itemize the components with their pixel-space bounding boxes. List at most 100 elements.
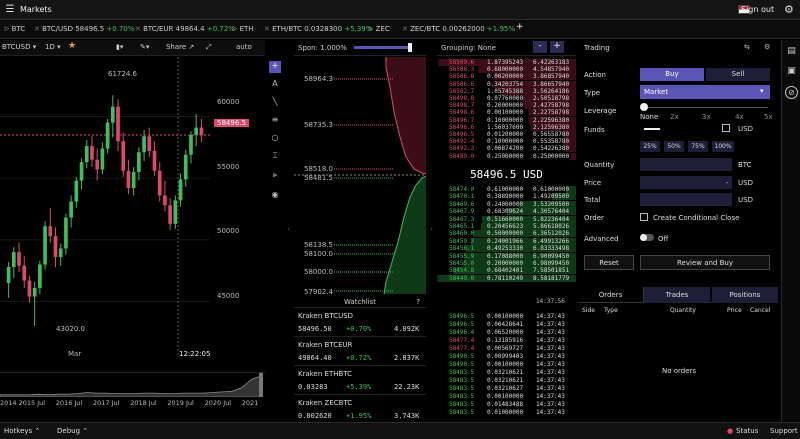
watchlist-row[interactable]: Kraken BTCEUR 49864.40 +0.72% 2.837K (294, 337, 426, 366)
bid-row[interactable]: 58455.9 0.17088000 6.90099450 (437, 252, 576, 260)
reset-button[interactable]: Reset (584, 255, 634, 270)
pct-25-button[interactable]: 25% (640, 141, 660, 152)
navigator-series[interactable] (0, 373, 265, 397)
bid-row[interactable]: 58459.3 0.24001966 6.49913266 (437, 237, 576, 245)
text-tool-icon[interactable]: A (269, 79, 281, 91)
hamburger-icon[interactable]: ☰ (0, 4, 20, 15)
close-icon[interactable]: ✕ (402, 25, 410, 33)
measure-tool-icon[interactable]: ⌶ (269, 151, 281, 163)
review-and-buy-button[interactable]: Review and Buy (640, 255, 770, 270)
leverage-handle[interactable] (640, 103, 648, 111)
close-icon[interactable]: ✕ (264, 25, 272, 33)
bid-row[interactable]: 58449.0 0.78110249 8.58181779 (437, 274, 576, 282)
horizontal-lines-icon[interactable]: ≡ (269, 115, 281, 127)
ask-row[interactable]: 58489.0 0.25000000 0.25000000 (437, 152, 576, 160)
leverage-slider[interactable] (644, 107, 768, 108)
price-input[interactable] (640, 176, 732, 189)
total-input[interactable] (640, 193, 732, 206)
ask-row[interactable]: 58506.6 0.34203754 3.86657940 (437, 80, 576, 88)
order-type-select[interactable]: Market ▾ (640, 85, 770, 99)
bid-row[interactable]: 58465.1 0.20456623 5.86618026 (437, 223, 576, 230)
bid-row[interactable]: 58470.1 0.38890000 1.49209500 (437, 193, 576, 201)
support-button[interactable]: Support (770, 427, 798, 435)
group-minus-button[interactable]: - (533, 41, 547, 53)
ticker-eth-label[interactable]: ᐅ ETH (232, 25, 254, 33)
ask-row[interactable]: 58492.4 0.10000000 0.55358780 (437, 138, 576, 146)
ask-row[interactable]: 58508.3 0.68000000 4.54857940 (437, 66, 576, 74)
line-tool-icon[interactable]: ╲ (269, 97, 281, 109)
ticker-tab-zecbtc[interactable]: ✕ ZEC/BTC 0.00262000 +1.95% (402, 25, 515, 33)
ticker-tab-btcusd[interactable]: ✕ BTC/USD 58496.5 +0.70% (34, 25, 135, 33)
tab-positions[interactable]: Positions (712, 287, 778, 303)
debug-button[interactable]: Debug ⌃ (57, 427, 88, 435)
star-icon[interactable]: ★ (68, 41, 76, 51)
swap-icon[interactable]: ⇆ (744, 43, 750, 51)
ask-row[interactable]: 58492.3 0.00874200 0.54226380 (437, 145, 576, 153)
pct-75-button[interactable]: 75% (688, 141, 708, 152)
ticker-tab-btceur[interactable]: ✕ BTC/EUR 49864.4 +0.72% (135, 25, 235, 33)
interval-select[interactable]: 1D ▾ (45, 43, 61, 51)
advanced-toggle-knob[interactable] (640, 234, 647, 241)
document-icon[interactable]: ▤ (785, 46, 798, 59)
watchlist-row[interactable]: Kraken ZECBTC 0.002620 +1.95% 3.743K (294, 395, 426, 424)
ask-row[interactable]: 58498.7 0.20000000 2.42758798 (437, 102, 576, 110)
chart-type-icon[interactable]: ▮▾ (116, 43, 123, 51)
tab-orders[interactable]: Orders (578, 287, 644, 303)
hotkeys-button[interactable]: Hotkeys ⌃ (4, 427, 40, 435)
bid-row[interactable]: 58460.0 0.50000000 6.36512026 (437, 230, 576, 238)
bid-row[interactable]: 58467.3 0.51660000 5.82236404 (437, 215, 576, 223)
bid-row[interactable]: 58469.6 0.24000000 3.53209500 (437, 200, 576, 208)
splitter-handle[interactable]: ‹ (428, 225, 435, 233)
spread-slider[interactable] (354, 46, 410, 49)
watchlist-row[interactable]: Kraken ETHBTC 0.03283 +5.39% 22.23K (294, 366, 426, 395)
buy-button[interactable]: Buy (640, 68, 704, 81)
eye-icon[interactable]: ◉ (269, 190, 281, 202)
depth-chart[interactable]: 58964.3 58735.3 58518.0 58481.5 58138.5 … (294, 57, 427, 296)
fullscreen-icon[interactable]: ⤢ (206, 43, 212, 52)
close-icon[interactable]: ✕ (135, 25, 143, 33)
close-icon[interactable]: ✕ (34, 25, 42, 33)
ask-row[interactable]: 58498.8 0.07760000 2.50518798 (437, 95, 576, 102)
window-icon[interactable]: ▣ (785, 66, 798, 79)
ticker-zec-label[interactable]: ᐅ ZEC (368, 25, 390, 33)
gear-icon[interactable]: ⚙ (764, 43, 770, 51)
ask-row[interactable]: 58496.6 1.56037600 2.12596380 (437, 123, 576, 131)
ask-row[interactable]: 58496.5 0.01200000 0.56558780 (437, 131, 576, 138)
ask-row[interactable]: 58502.7 1.05745388 3.56264186 (437, 87, 576, 95)
bid-row[interactable]: 58456.1 0.49253330 6.83333498 (437, 245, 576, 253)
quantity-input[interactable] (640, 158, 732, 171)
circle-tool-icon[interactable]: ○ (269, 133, 281, 145)
add-tab-button[interactable]: + (516, 22, 524, 32)
pct-50-button[interactable]: 50% (664, 141, 684, 152)
tab-trades[interactable]: Trades (644, 287, 710, 303)
ticker-btc-label[interactable]: ᐅ BTC (4, 25, 25, 33)
bid-row[interactable]: 58467.9 0.68309624 4.30576404 (437, 208, 576, 216)
help-icon[interactable]: ? (416, 298, 420, 306)
pencil-icon[interactable]: ✎▾ (140, 43, 149, 51)
conditional-close-checkbox[interactable] (640, 213, 648, 221)
crosshair-icon[interactable]: + (269, 61, 281, 73)
chart-navigator[interactable]: 2014 2015 Jul 2016 Jul 2017 Jul 2018 Jul 2019 Jul 2… (0, 372, 265, 408)
gear-icon[interactable]: ⚙ (784, 3, 794, 16)
pct-100-button[interactable]: 100% (712, 141, 734, 152)
status-button[interactable]: Status (736, 427, 758, 435)
bid-row[interactable]: 58454.8 0.68402401 7.58501851 (437, 267, 576, 275)
price-chart[interactable]: 61724.6 43020.0 60000 55000 50000 45000 … (0, 57, 264, 367)
funds-slider[interactable] (644, 128, 660, 130)
symbol-select[interactable]: BTCUSD ▾ (2, 43, 36, 51)
group-plus-button[interactable]: + (550, 41, 564, 53)
bid-row[interactable]: 58455.0 0.20000000 6.98099450 (437, 260, 576, 267)
slider-handle[interactable] (408, 43, 412, 52)
sell-button[interactable]: Sell (706, 68, 770, 81)
ask-row[interactable]: 58509.6 1.87395243 6.42263183 (437, 59, 576, 66)
speed-icon[interactable]: ⊘ (785, 86, 798, 99)
ticker-tab-ethbtc[interactable]: ✕ ETH/BTC 0.0328300 +5.39% (264, 25, 372, 33)
magnet-icon[interactable]: ⫸ (269, 170, 281, 182)
ask-row[interactable]: 58506.8 0.00200000 3.86857940 (437, 73, 576, 81)
share-button[interactable]: Share ↗ (166, 43, 194, 51)
auto-scale-button[interactable]: auto (236, 43, 252, 51)
ask-row[interactable]: 58498.6 0.00100000 2.22758798 (437, 109, 576, 117)
funds-checkbox[interactable] (722, 124, 730, 132)
splitter-handle[interactable]: ‹ (285, 225, 292, 233)
ask-row[interactable]: 58496.7 0.10000000 2.22596380 (437, 116, 576, 124)
